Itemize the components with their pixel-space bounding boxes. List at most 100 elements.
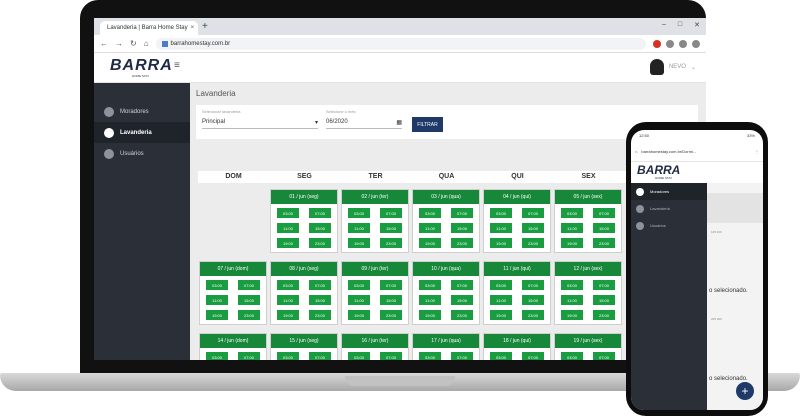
- time-slot-button[interactable]: 11:00: [206, 295, 228, 305]
- phone-url[interactable]: barrahomestay.com.br/Dormi...: [641, 149, 751, 154]
- time-slot-button[interactable]: 03:00: [277, 208, 299, 218]
- time-slot-button[interactable]: 11:00: [419, 223, 441, 233]
- time-slot-button[interactable]: 15:00: [238, 295, 260, 305]
- time-slot-button[interactable]: 11:00: [561, 295, 583, 305]
- time-slot-button[interactable]: 15:00: [309, 223, 331, 233]
- time-slot-button[interactable]: 23:00: [451, 238, 473, 248]
- time-slot-button[interactable]: 07:00: [451, 280, 473, 290]
- brand-logo[interactable]: BARRA: [637, 163, 680, 177]
- time-slot-button[interactable]: 15:00: [380, 223, 402, 233]
- time-slot-button[interactable]: 15:00: [522, 295, 544, 305]
- time-slot-button[interactable]: 07:00: [380, 280, 402, 290]
- time-slot-button[interactable]: 23:00: [451, 310, 473, 320]
- time-slot-button[interactable]: 11:00: [490, 223, 512, 233]
- forward-icon[interactable]: →: [115, 39, 123, 48]
- month-field[interactable]: 06/2020 ▦: [326, 119, 402, 129]
- time-slot-button[interactable]: 07:00: [309, 208, 331, 218]
- minimize-button[interactable]: –: [662, 21, 666, 29]
- time-slot-button[interactable]: 03:00: [277, 280, 299, 290]
- time-slot-button[interactable]: 19:00: [277, 238, 299, 248]
- sidebar-item-lavanderia[interactable]: Lavanderia: [94, 122, 190, 143]
- sidebar-item-usuarios[interactable]: Usuários: [94, 143, 190, 164]
- time-slot-button[interactable]: 07:00: [522, 352, 544, 360]
- time-slot-button[interactable]: 07:00: [309, 280, 331, 290]
- time-slot-button[interactable]: 03:00: [277, 352, 299, 360]
- time-slot-button[interactable]: 23:00: [309, 238, 331, 248]
- time-slot-button[interactable]: 03:00: [561, 352, 583, 360]
- extension-icon[interactable]: [679, 39, 687, 48]
- brand-logo[interactable]: BARRA: [110, 57, 173, 75]
- time-slot-button[interactable]: 11:00: [277, 223, 299, 233]
- time-slot-button[interactable]: 07:00: [593, 352, 615, 360]
- add-button[interactable]: +: [736, 382, 754, 400]
- time-slot-button[interactable]: 19:00: [490, 310, 512, 320]
- time-slot-button[interactable]: 23:00: [593, 238, 615, 248]
- menu-toggle-icon[interactable]: ≡: [174, 60, 180, 71]
- time-slot-button[interactable]: 07:00: [309, 352, 331, 360]
- time-slot-button[interactable]: 11:00: [277, 295, 299, 305]
- time-slot-button[interactable]: 07:00: [451, 352, 473, 360]
- time-slot-button[interactable]: 03:00: [490, 280, 512, 290]
- phone-nav-lavanderia[interactable]: Lavanderia: [631, 200, 707, 217]
- close-window-button[interactable]: ✕: [694, 21, 700, 29]
- user-menu[interactable]: NEVO ⌄: [649, 59, 696, 75]
- time-slot-button[interactable]: 07:00: [593, 208, 615, 218]
- time-slot-button[interactable]: 11:00: [348, 223, 370, 233]
- time-slot-button[interactable]: 19:00: [561, 310, 583, 320]
- maximize-button[interactable]: □: [678, 21, 682, 29]
- time-slot-button[interactable]: 11:00: [348, 295, 370, 305]
- time-slot-button[interactable]: 03:00: [348, 352, 370, 360]
- time-slot-button[interactable]: 23:00: [522, 238, 544, 248]
- time-slot-button[interactable]: 15:00: [451, 295, 473, 305]
- time-slot-button[interactable]: 19:00: [561, 238, 583, 248]
- time-slot-button[interactable]: 15:00: [522, 223, 544, 233]
- time-slot-button[interactable]: 07:00: [380, 208, 402, 218]
- back-icon[interactable]: ←: [100, 39, 108, 48]
- laundry-select[interactable]: Principal ▾: [202, 119, 318, 129]
- time-slot-button[interactable]: 07:00: [380, 352, 402, 360]
- time-slot-button[interactable]: 23:00: [380, 310, 402, 320]
- time-slot-button[interactable]: 19:00: [277, 310, 299, 320]
- time-slot-button[interactable]: 11:00: [490, 295, 512, 305]
- time-slot-button[interactable]: 03:00: [490, 208, 512, 218]
- time-slot-button[interactable]: 23:00: [238, 310, 260, 320]
- time-slot-button[interactable]: 15:00: [593, 223, 615, 233]
- calendar-icon[interactable]: ▦: [396, 119, 402, 126]
- time-slot-button[interactable]: 03:00: [490, 352, 512, 360]
- time-slot-button[interactable]: 07:00: [522, 280, 544, 290]
- tab-close-icon[interactable]: ×: [191, 25, 195, 31]
- time-slot-button[interactable]: 19:00: [348, 238, 370, 248]
- time-slot-button[interactable]: 19:00: [419, 238, 441, 248]
- time-slot-button[interactable]: 03:00: [561, 280, 583, 290]
- sidebar-item-moradores[interactable]: Moradores: [94, 101, 190, 122]
- phone-nav-moradores[interactable]: Moradores: [631, 183, 707, 200]
- time-slot-button[interactable]: 03:00: [419, 352, 441, 360]
- time-slot-button[interactable]: 19:00: [206, 310, 228, 320]
- new-tab-button[interactable]: +: [202, 21, 208, 32]
- time-slot-button[interactable]: 23:00: [593, 310, 615, 320]
- time-slot-button[interactable]: 15:00: [309, 295, 331, 305]
- browser-tab[interactable]: Lavanderia | Barra Home Stay ×: [100, 21, 198, 35]
- home-icon[interactable]: ⌂: [144, 39, 149, 48]
- more-icon[interactable]: ⋮: [755, 149, 759, 154]
- time-slot-button[interactable]: 03:00: [419, 208, 441, 218]
- time-slot-button[interactable]: 07:00: [522, 208, 544, 218]
- time-slot-button[interactable]: 23:00: [380, 238, 402, 248]
- time-slot-button[interactable]: 07:00: [451, 208, 473, 218]
- extension-icon[interactable]: [653, 39, 661, 48]
- time-slot-button[interactable]: 15:00: [380, 295, 402, 305]
- time-slot-button[interactable]: 11:00: [419, 295, 441, 305]
- time-slot-button[interactable]: 23:00: [309, 310, 331, 320]
- time-slot-button[interactable]: 03:00: [561, 208, 583, 218]
- time-slot-button[interactable]: 07:00: [238, 280, 260, 290]
- time-slot-button[interactable]: 03:00: [348, 280, 370, 290]
- time-slot-button[interactable]: 15:00: [451, 223, 473, 233]
- time-slot-button[interactable]: 03:00: [206, 280, 228, 290]
- time-slot-button[interactable]: 23:00: [522, 310, 544, 320]
- time-slot-button[interactable]: 19:00: [348, 310, 370, 320]
- time-slot-button[interactable]: 03:00: [419, 280, 441, 290]
- reload-icon[interactable]: ↻: [130, 39, 137, 48]
- home-icon[interactable]: ⌂: [635, 149, 637, 154]
- time-slot-button[interactable]: 19:00: [490, 238, 512, 248]
- extension-icon[interactable]: [666, 39, 674, 48]
